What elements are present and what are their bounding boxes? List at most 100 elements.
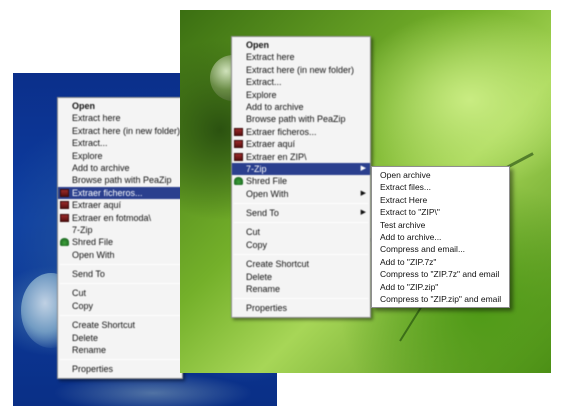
zip-submenu-item-extract-here[interactable]: Extract Here	[372, 194, 509, 206]
menu-item-label: Extraer ficheros...	[246, 126, 317, 137]
submenu-arrow-icon: ▶	[360, 209, 366, 217]
menu-item-label: Test archive	[380, 219, 426, 230]
right-menu-item-browse-path-with-peazip[interactable]: Browse path with PeaZip	[232, 113, 370, 125]
left-menu-item-delete[interactable]: Delete	[58, 332, 182, 344]
right-menu-item-copy[interactable]: Copy	[232, 239, 370, 251]
left-menu-item-add-to-archive[interactable]: Add to archive	[58, 162, 182, 174]
right-menu-item-7-zip[interactable]: 7-Zip ▶	[232, 162, 370, 176]
menu-item-label: Extract to "ZIP\"	[380, 207, 440, 218]
menu-item-label: Shred File	[246, 176, 288, 187]
left-menu-item-properties[interactable]: Properties	[58, 363, 182, 375]
right-menu-item-send-to[interactable]: Send To ▶	[232, 207, 370, 219]
left-menu-item-explore[interactable]: Explore	[58, 150, 182, 162]
menu-item-label: 7-Zip	[246, 163, 267, 174]
right-menu-item-extract[interactable]: Extract...	[232, 76, 370, 88]
right-menu-item-extraer-ficheros[interactable]: Extraer ficheros...	[232, 126, 370, 138]
menu-item-label: Compress and email...	[380, 244, 466, 255]
right-menu-item-open[interactable]: Open	[232, 39, 370, 51]
left-menu-item-7-zip[interactable]: 7-Zip	[58, 224, 182, 236]
right-menu-item-create-shortcut[interactable]: Create Shortcut	[232, 258, 370, 270]
menu-item-label: Open With	[246, 188, 289, 199]
menu-item-label: Extraer aquí	[246, 139, 296, 150]
submenu-arrow-icon: ▶	[360, 189, 366, 197]
shred-icon	[234, 177, 243, 186]
right-menu-item-open-with[interactable]: Open With ▶	[232, 188, 370, 200]
zip-submenu-item-compress-to-zip-zip-and-email[interactable]: Compress to "ZIP.zip" and email	[372, 293, 509, 305]
winrar-icon	[60, 188, 69, 197]
menu-separator	[234, 254, 368, 256]
menu-item-label: Open archive	[380, 170, 431, 180]
left-menu-item-rename[interactable]: Rename	[58, 344, 182, 356]
menu-item-label: Extract here	[246, 52, 295, 63]
left-menu-item-shred-file[interactable]: Shred File	[58, 236, 182, 248]
left-menu-item-open-with[interactable]: Open With	[58, 249, 182, 261]
menu-item-label: Explore	[246, 89, 277, 100]
menu-item-label: Properties	[72, 364, 114, 375]
left-menu-item-extraer-en-fotmoda[interactable]: Extraer en fotmoda\	[58, 212, 182, 224]
zip-submenu-item-extract-files[interactable]: Extract files...	[372, 181, 509, 193]
menu-item-label: Extraer ficheros...	[72, 187, 143, 198]
left-menu-item-extraer-aqu[interactable]: Extraer aquí	[58, 199, 182, 211]
menu-item-label: Compress to "ZIP.zip" and email	[380, 293, 502, 304]
menu-item-label: Shred File	[72, 237, 114, 248]
left-menu-item-extract-here-in-new-folder[interactable]: Extract here (in new folder)	[58, 125, 182, 137]
right-menu-item-delete[interactable]: Delete	[232, 271, 370, 283]
menu-separator	[60, 315, 180, 317]
zip-submenu-item-add-to-zip-zip[interactable]: Add to "ZIP.zip"	[372, 281, 509, 293]
shred-icon	[60, 238, 69, 247]
menu-separator	[234, 222, 368, 224]
menu-item-label: Add to archive	[72, 162, 130, 173]
left-menu-item-create-shortcut[interactable]: Create Shortcut	[58, 319, 182, 331]
winrar-icon	[234, 140, 243, 149]
right-menu-item-rename[interactable]: Rename	[232, 283, 370, 295]
winrar-icon	[234, 152, 243, 161]
left-menu-item-send-to[interactable]: Send To	[58, 268, 182, 280]
right-menu-item-cut[interactable]: Cut	[232, 226, 370, 238]
left-menu-item-browse-path-with-peazip[interactable]: Browse path with PeaZip	[58, 174, 182, 186]
zip-submenu-item-compress-and-email[interactable]: Compress and email...	[372, 243, 509, 255]
menu-item-label: Extract...	[246, 77, 282, 88]
left-context-menu: Open Extract here Extract here (in new fol…	[57, 97, 183, 379]
left-menu-item-cut[interactable]: Cut	[58, 287, 182, 299]
right-menu-item-add-to-archive[interactable]: Add to archive	[232, 101, 370, 113]
menu-separator	[60, 283, 180, 285]
left-menu-item-extract-here[interactable]: Extract here	[58, 112, 182, 124]
left-menu-item-extraer-ficheros[interactable]: Extraer ficheros...	[58, 186, 182, 200]
left-menu-item-open[interactable]: Open	[58, 100, 182, 112]
right-menu-item-shred-file[interactable]: Shred File	[232, 175, 370, 187]
menu-item-label: Extract files...	[380, 182, 432, 193]
right-menu-item-properties[interactable]: Properties	[232, 302, 370, 314]
menu-item-label: Extraer en fotmoda\	[72, 212, 152, 223]
menu-item-label: Extraer en ZIP\	[246, 151, 307, 162]
right-menu-item-explore[interactable]: Explore	[232, 89, 370, 101]
menu-item-label: Properties	[246, 303, 288, 314]
zip-submenu-item-compress-to-zip-7z-and-email[interactable]: Compress to "ZIP.7z" and email	[372, 268, 509, 280]
right-menu-item-extraer-en-zip[interactable]: Extraer en ZIP\	[232, 151, 370, 163]
menu-item-label: Extract here	[72, 113, 121, 124]
menu-item-label: Delete	[72, 332, 99, 343]
zip-submenu-item-add-to-zip-7z[interactable]: Add to "ZIP.7z"	[372, 256, 509, 268]
menu-item-label: Send To	[246, 208, 279, 219]
menu-separator	[234, 203, 368, 205]
menu-separator	[60, 264, 180, 266]
menu-item-label: Extract here (in new folder)	[246, 64, 355, 75]
right-menu-item-extraer-aqu[interactable]: Extraer aquí	[232, 138, 370, 150]
menu-item-label: Copy	[246, 239, 268, 250]
zip-submenu-item-extract-to-zip[interactable]: Extract to "ZIP\"	[372, 206, 509, 218]
right-menu-item-extract-here-in-new-folder[interactable]: Extract here (in new folder)	[232, 64, 370, 76]
left-menu-item-copy[interactable]: Copy	[58, 300, 182, 312]
winrar-icon	[234, 127, 243, 136]
menu-item-label: Explore	[72, 150, 103, 161]
menu-item-label: Rename	[246, 284, 281, 295]
menu-item-label: Rename	[72, 345, 107, 356]
right-menu-item-extract-here[interactable]: Extract here	[232, 51, 370, 63]
zip-submenu-item-test-archive[interactable]: Test archive	[372, 219, 509, 231]
zip-submenu-item-open-archive[interactable]: Open archive	[372, 169, 509, 181]
zip-submenu-item-add-to-archive[interactable]: Add to archive...	[372, 231, 509, 243]
menu-separator	[234, 298, 368, 300]
menu-item-label: Add to "ZIP.7z"	[380, 256, 437, 267]
submenu-arrow-icon: ▶	[360, 164, 366, 172]
menu-item-label: Extract here (in new folder)	[72, 125, 181, 136]
menu-item-label: Browse path with PeaZip	[72, 175, 172, 186]
left-menu-item-extract[interactable]: Extract...	[58, 137, 182, 149]
